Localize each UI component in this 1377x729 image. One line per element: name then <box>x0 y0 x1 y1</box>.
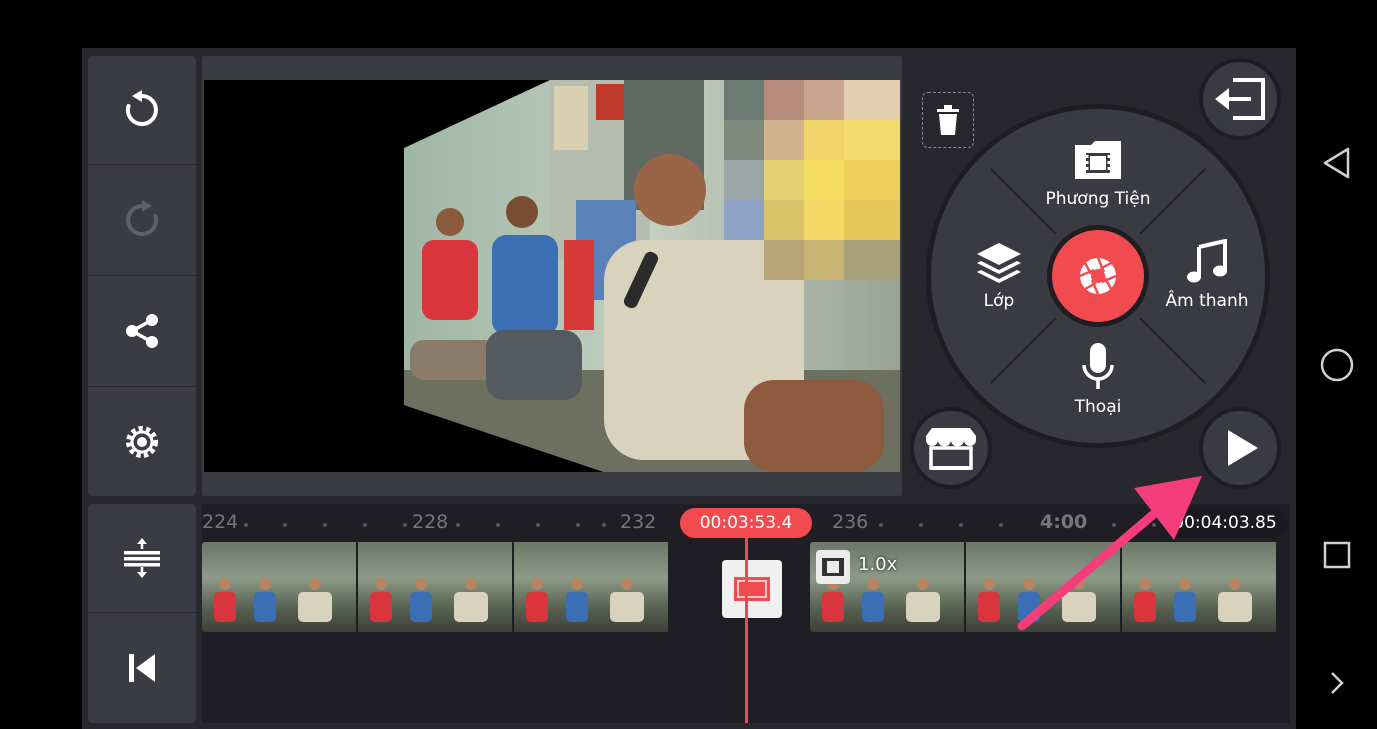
skip-to-start-button[interactable] <box>88 613 196 723</box>
media-folder-icon <box>1075 141 1121 179</box>
transition-button[interactable] <box>722 560 782 618</box>
nav-home-button[interactable] <box>1320 348 1354 382</box>
audio-button[interactable]: Âm thanh <box>1153 237 1261 317</box>
layer-button[interactable]: Lớp <box>955 237 1043 317</box>
clip-thumbnail <box>514 542 668 632</box>
media-wheel: Phương Tiện Lớp Âm thanh Thoại <box>926 104 1270 448</box>
clip-thumbnail <box>1122 542 1276 632</box>
voice-label: Thoại <box>1074 397 1122 417</box>
clip-type-badge <box>816 550 850 584</box>
clip-thumbnail <box>358 542 512 632</box>
redo-button[interactable] <box>88 165 196 275</box>
redo-icon <box>126 200 159 236</box>
playhead-line[interactable] <box>745 534 748 723</box>
clip-speed: 1.0x <box>858 554 898 575</box>
voice-button[interactable]: Thoại <box>1048 341 1148 421</box>
audio-label: Âm thanh <box>1165 291 1249 311</box>
video-preview[interactable] <box>204 80 900 472</box>
asset-store-button[interactable] <box>910 407 992 489</box>
timeline-tick: 224 <box>202 511 239 533</box>
exit-button[interactable] <box>1199 58 1281 140</box>
camera-shutter-icon <box>1079 257 1117 295</box>
film-icon <box>822 558 844 576</box>
track-adjust-button[interactable] <box>88 504 196 612</box>
nav-recents-button[interactable] <box>1320 538 1354 572</box>
nav-expand-button[interactable] <box>1320 666 1354 700</box>
capture-button[interactable] <box>1047 225 1149 327</box>
store-icon <box>926 428 976 470</box>
timeline-tick: 236 <box>832 511 869 533</box>
kinemaster-editor: Phương Tiện Lớp Âm thanh Thoại 224 228 2… <box>82 48 1296 729</box>
media-button[interactable]: Phương Tiện <box>1033 137 1163 217</box>
video-clip[interactable] <box>202 542 695 632</box>
gear-icon <box>126 425 158 458</box>
layer-label: Lớp <box>983 291 1015 311</box>
undo-icon <box>125 90 158 126</box>
timeline-tick: 232 <box>620 511 657 533</box>
home-circle-icon <box>1320 348 1354 382</box>
timeline-tick: 228 <box>412 511 449 533</box>
skip-to-start-icon <box>129 654 155 682</box>
settings-button[interactable] <box>88 387 196 496</box>
microphone-icon <box>1082 343 1114 389</box>
split-adjust-icon <box>124 538 160 578</box>
layers-icon <box>977 243 1021 283</box>
share-icon <box>126 314 158 348</box>
media-label: Phương Tiện <box>1045 189 1151 209</box>
transition-icon <box>734 577 770 601</box>
share-button[interactable] <box>88 276 196 386</box>
video-clip[interactable]: 1.0x <box>810 542 1286 632</box>
nav-back-button[interactable] <box>1320 146 1354 180</box>
back-triangle-icon <box>1323 147 1350 179</box>
play-button[interactable] <box>1199 407 1281 489</box>
total-duration: 00:04:03.85 <box>1162 508 1288 538</box>
recents-square-icon <box>1323 541 1351 569</box>
video-frame-image <box>204 80 900 472</box>
playhead-time[interactable]: 00:03:53.4 <box>680 508 812 538</box>
chevron-right-icon <box>1331 672 1344 694</box>
music-note-icon <box>1187 239 1227 283</box>
undo-button[interactable] <box>88 56 196 164</box>
clip-thumbnail <box>202 542 356 632</box>
play-icon <box>1228 430 1258 466</box>
timeline-tick: 4:00 <box>1040 511 1088 533</box>
exit-icon <box>1215 78 1265 120</box>
clip-thumbnail <box>966 542 1120 632</box>
timeline[interactable]: 224 228 232 236 4:00 1.0x 00:03:53.4 00:… <box>202 504 1290 723</box>
